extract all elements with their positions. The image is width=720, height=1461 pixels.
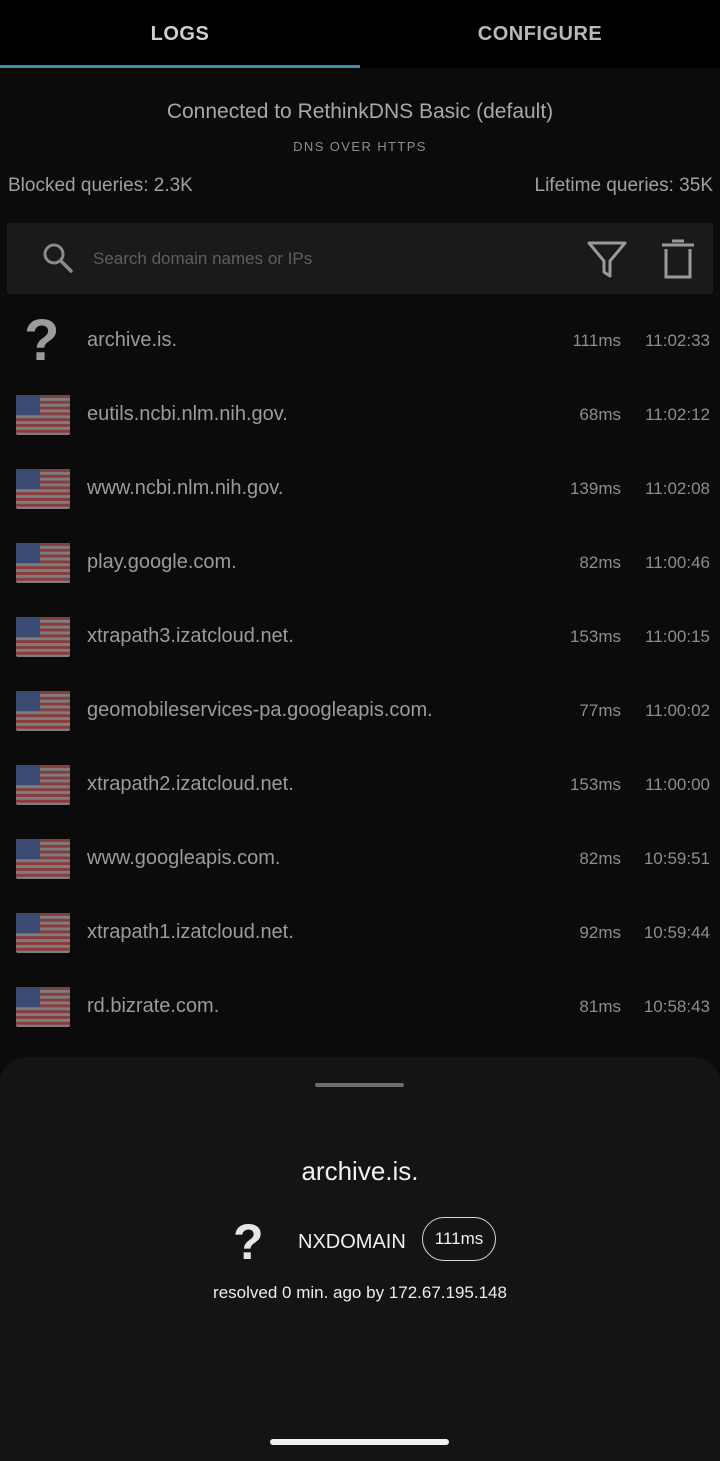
unknown-flag-icon: ? [233,1214,264,1270]
sheet-drag-handle[interactable] [315,1083,404,1087]
protocol-label: DNS OVER HTTPS [293,139,427,154]
sheet-domain: archive.is. [301,1156,419,1186]
log-time: 11:00:15 [645,627,710,646]
log-latency: 68ms [579,405,621,424]
tab-bar: LOGS CONFIGURE [0,0,720,68]
log-domain: www.ncbi.nlm.nih.gov. [87,477,284,499]
unknown-flag-icon: ? [24,308,60,373]
latency-badge: 111ms [422,1217,496,1261]
log-row[interactable]: xtrapath3.izatcloud.net. 153ms 11:00:15 [0,600,720,674]
log-latency: 82ms [579,553,621,572]
log-latency: 77ms [579,701,621,720]
log-latency: 111ms [572,331,621,350]
log-row[interactable]: www.googleapis.com. 82ms 10:59:51 [0,822,720,896]
log-row[interactable]: xtrapath2.izatcloud.net. 153ms 11:00:00 [0,748,720,822]
us-flag-icon [16,839,70,879]
log-row[interactable]: www.ncbi.nlm.nih.gov. 139ms 11:02:08 [0,452,720,526]
log-domain: xtrapath2.izatcloud.net. [87,773,294,795]
search-input[interactable] [91,241,495,277]
log-latency: 139ms [569,479,621,498]
us-flag-icon [16,987,70,1027]
log-row[interactable]: xtrapath1.izatcloud.net. 92ms 10:59:44 [0,896,720,970]
us-flag-icon [16,395,70,435]
resolved-info: resolved 0 min. ago by 172.67.195.148 [213,1283,507,1302]
response-status: NXDOMAIN [298,1231,406,1253]
search-bar [7,223,713,294]
tab-configure[interactable]: CONFIGURE [360,0,720,68]
filter-icon[interactable] [585,237,629,281]
log-time: 11:00:02 [645,701,710,720]
log-domain: www.googleapis.com. [87,847,281,869]
log-row[interactable]: ? archive.is. 111ms 11:02:33 [0,304,720,378]
log-latency: 153ms [569,627,621,646]
delete-logs-icon[interactable] [657,237,699,281]
lifetime-queries-count: Lifetime queries: 35K [534,175,714,196]
us-flag-icon [16,765,70,805]
log-latency: 82ms [579,849,621,868]
log-domain: xtrapath3.izatcloud.net. [87,625,294,647]
us-flag-icon [16,543,70,583]
log-time: 11:02:12 [645,405,710,424]
log-latency: 81ms [579,997,621,1016]
log-domain: geomobileservices-pa.googleapis.com. [87,699,433,721]
log-domain: eutils.ncbi.nlm.nih.gov. [87,403,288,425]
log-row[interactable]: geomobileservices-pa.googleapis.com. 77ms… [0,674,720,748]
tab-indicator [0,65,360,68]
us-flag-icon [16,913,70,953]
log-domain: archive.is. [87,329,178,351]
log-time: 10:59:51 [643,849,710,868]
us-flag-icon [16,691,70,731]
us-flag-icon [16,617,70,657]
log-domain: rd.bizrate.com. [87,995,220,1017]
log-time: 11:02:08 [645,479,710,498]
log-time: 11:00:46 [645,553,710,572]
home-indicator[interactable] [270,1439,449,1445]
log-domain: play.google.com. [87,551,237,573]
log-latency: 153ms [569,775,621,794]
search-icon [43,243,73,273]
connection-status: Connected to RethinkDNS Basic (default) [166,100,554,123]
log-time: 11:02:33 [645,331,710,350]
log-latency: 92ms [579,923,621,942]
log-domain: xtrapath1.izatcloud.net. [87,921,294,943]
blocked-queries-count: Blocked queries: 2.3K [8,175,193,196]
log-row[interactable]: eutils.ncbi.nlm.nih.gov. 68ms 11:02:12 [0,378,720,452]
log-time: 11:00:00 [645,775,710,794]
log-row[interactable]: play.google.com. 82ms 11:00:46 [0,526,720,600]
tab-logs[interactable]: LOGS [0,0,360,68]
log-time: 10:58:43 [643,997,710,1016]
log-time: 10:59:44 [643,923,710,942]
log-detail-sheet: archive.is. ? NXDOMAIN 111ms resolved 0 … [0,1057,720,1461]
us-flag-icon [16,469,70,509]
log-row[interactable]: rd.bizrate.com. 81ms 10:58:43 [0,970,720,1044]
